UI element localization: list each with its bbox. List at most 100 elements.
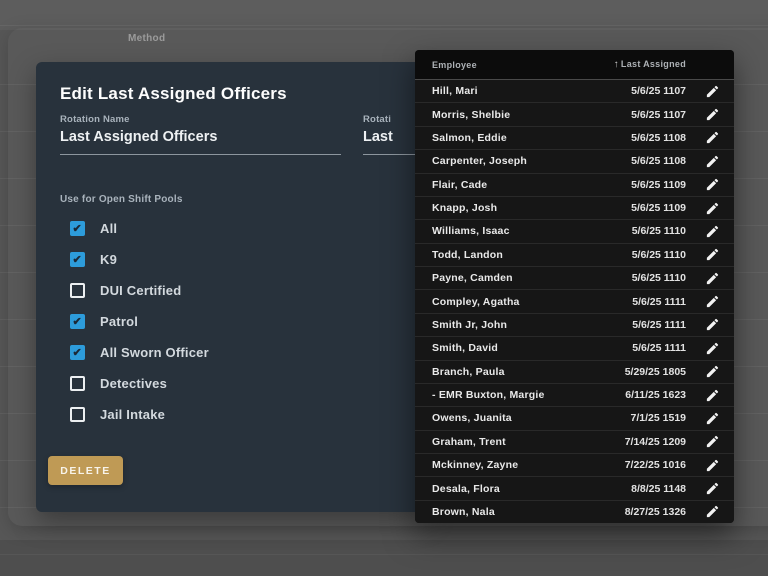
employee-name-cell: Smith, David bbox=[432, 342, 498, 355]
edit-cell bbox=[686, 247, 726, 262]
last-assigned-cell: 7/1/25 1519 bbox=[630, 412, 686, 425]
edit-pencil-icon[interactable] bbox=[705, 388, 720, 403]
last-assigned-cell: 7/22/25 1016 bbox=[624, 459, 686, 472]
last-assigned-cell: 8/27/25 1326 bbox=[624, 505, 686, 518]
last-assigned-column-label: Last Assigned bbox=[620, 59, 686, 69]
employee-name-cell: Salmon, Eddie bbox=[432, 131, 507, 144]
table-row: Desala, Flora 8/8/25 1148 bbox=[415, 477, 734, 501]
last-assigned-column-header[interactable]: ↑ Last Assigned bbox=[566, 59, 686, 70]
open-shift-pools-label: Use for Open Shift Pools bbox=[60, 194, 183, 205]
last-assigned-cell: 5/6/25 1109 bbox=[631, 202, 686, 215]
employee-name-cell: Mckinney, Zayne bbox=[432, 459, 519, 472]
last-assigned-cell: 5/6/25 1110 bbox=[631, 272, 686, 285]
edit-pencil-icon[interactable] bbox=[705, 364, 720, 379]
edit-cell bbox=[686, 481, 726, 496]
rotation-name-field: Rotation Name Last Assigned Officers bbox=[60, 114, 341, 155]
checkbox-icon[interactable] bbox=[70, 221, 85, 236]
delete-button[interactable]: DELETE bbox=[48, 456, 123, 485]
page-background: Method Edit Last Assigned Officers Rotat… bbox=[0, 0, 768, 576]
checkbox-label: DUI Certified bbox=[100, 283, 182, 298]
edit-cell bbox=[686, 388, 726, 403]
edit-cell bbox=[686, 364, 726, 379]
table-row: Williams, Isaac 5/6/25 1110 bbox=[415, 220, 734, 244]
table-row: Mckinney, Zayne 7/22/25 1016 bbox=[415, 454, 734, 478]
last-assigned-cell: 5/6/25 1111 bbox=[632, 295, 686, 308]
checkbox-icon[interactable] bbox=[70, 376, 85, 391]
edit-pencil-icon[interactable] bbox=[705, 317, 720, 332]
last-assigned-cell: 5/6/25 1111 bbox=[632, 318, 686, 331]
rotation-name-input[interactable]: Last Assigned Officers bbox=[60, 129, 341, 155]
shift-pool-option[interactable]: Jail Intake bbox=[70, 399, 209, 430]
edit-pencil-icon[interactable] bbox=[705, 84, 720, 99]
dialog-title: Edit Last Assigned Officers bbox=[60, 84, 287, 103]
table-row: Hill, Mari 5/6/25 1107 bbox=[415, 80, 734, 104]
edit-pencil-icon[interactable] bbox=[705, 341, 720, 356]
table-row: Smith, David 5/6/25 1111 bbox=[415, 337, 734, 361]
table-row: Knapp, Josh 5/6/25 1109 bbox=[415, 196, 734, 221]
edit-pencil-icon[interactable] bbox=[705, 294, 720, 309]
table-row: Compley, Agatha 5/6/25 1111 bbox=[415, 290, 734, 314]
employee-name-cell: Morris, Shelbie bbox=[432, 108, 511, 121]
last-assigned-cell: 5/6/25 1110 bbox=[631, 248, 686, 261]
table-row: Smith Jr, John 5/6/25 1111 bbox=[415, 313, 734, 338]
last-assigned-cell: 5/6/25 1109 bbox=[631, 178, 686, 191]
edit-pencil-icon[interactable] bbox=[705, 458, 720, 473]
table-header-row: Employee ↑ Last Assigned bbox=[415, 50, 734, 80]
checkbox-icon[interactable] bbox=[70, 252, 85, 267]
edit-pencil-icon[interactable] bbox=[705, 201, 720, 216]
edit-cell bbox=[686, 504, 726, 519]
table-row: Morris, Shelbie 5/6/25 1107 bbox=[415, 103, 734, 127]
shift-pool-option[interactable]: K9 bbox=[70, 244, 209, 275]
edit-pencil-icon[interactable] bbox=[705, 411, 720, 426]
checkbox-icon[interactable] bbox=[70, 345, 85, 360]
checkbox-icon[interactable] bbox=[70, 314, 85, 329]
employee-name-cell: Flair, Cade bbox=[432, 178, 488, 191]
table-row: Todd, Landon 5/6/25 1110 bbox=[415, 243, 734, 267]
last-assigned-cell: 5/29/25 1805 bbox=[624, 365, 686, 378]
last-assigned-cell: 5/6/25 1111 bbox=[632, 342, 686, 355]
shift-pool-option[interactable]: Patrol bbox=[70, 306, 209, 337]
edit-pencil-icon[interactable] bbox=[705, 434, 720, 449]
shift-pool-option[interactable]: All bbox=[70, 213, 209, 244]
edit-cell bbox=[686, 107, 726, 122]
employee-column-header[interactable]: Employee bbox=[432, 60, 566, 70]
checkbox-icon[interactable] bbox=[70, 283, 85, 298]
edit-pencil-icon[interactable] bbox=[705, 130, 720, 145]
edit-pencil-icon[interactable] bbox=[705, 154, 720, 169]
background-method-column-header: Method bbox=[128, 33, 166, 44]
checkbox-label: K9 bbox=[100, 252, 118, 267]
checkbox-label: Detectives bbox=[100, 376, 168, 391]
last-assigned-cell: 6/11/25 1623 bbox=[625, 389, 686, 402]
edit-rotation-dialog: Edit Last Assigned Officers Rotation Nam… bbox=[36, 62, 443, 512]
edit-pencil-icon[interactable] bbox=[705, 224, 720, 239]
edit-pencil-icon[interactable] bbox=[705, 504, 720, 519]
edit-cell bbox=[686, 341, 726, 356]
checkbox-icon[interactable] bbox=[70, 407, 85, 422]
edit-cell bbox=[686, 271, 726, 286]
edit-pencil-icon[interactable] bbox=[705, 107, 720, 122]
employee-name-cell: Brown, Nala bbox=[432, 505, 495, 518]
last-assigned-cell: 5/6/25 1107 bbox=[631, 108, 686, 121]
last-assigned-cell: 5/6/25 1107 bbox=[631, 85, 686, 98]
last-assigned-cell: 7/14/25 1209 bbox=[624, 435, 686, 448]
employee-name-cell: Smith Jr, John bbox=[432, 318, 508, 331]
employee-name-cell: Payne, Camden bbox=[432, 272, 513, 285]
employee-name-cell: Carpenter, Joseph bbox=[432, 155, 528, 168]
checkbox-label: All bbox=[100, 221, 118, 236]
shift-pool-option[interactable]: DUI Certified bbox=[70, 275, 209, 306]
shift-pool-option[interactable]: All Sworn Officer bbox=[70, 337, 209, 368]
edit-cell bbox=[686, 224, 726, 239]
last-assigned-cell: 8/8/25 1148 bbox=[631, 482, 686, 495]
table-row: Branch, Paula 5/29/25 1805 bbox=[415, 360, 734, 384]
table-row: Owens, Juanita 7/1/25 1519 bbox=[415, 407, 734, 431]
edit-cell bbox=[686, 434, 726, 449]
edit-pencil-icon[interactable] bbox=[705, 247, 720, 262]
background-bottom-band bbox=[0, 540, 768, 576]
table-row: - EMR Buxton, Margie 6/11/25 1623 bbox=[415, 383, 734, 408]
employee-name-cell: Williams, Isaac bbox=[432, 225, 510, 238]
edit-pencil-icon[interactable] bbox=[705, 177, 720, 192]
edit-pencil-icon[interactable] bbox=[705, 481, 720, 496]
edit-pencil-icon[interactable] bbox=[705, 271, 720, 286]
edit-cell bbox=[686, 130, 726, 145]
shift-pool-option[interactable]: Detectives bbox=[70, 368, 209, 399]
